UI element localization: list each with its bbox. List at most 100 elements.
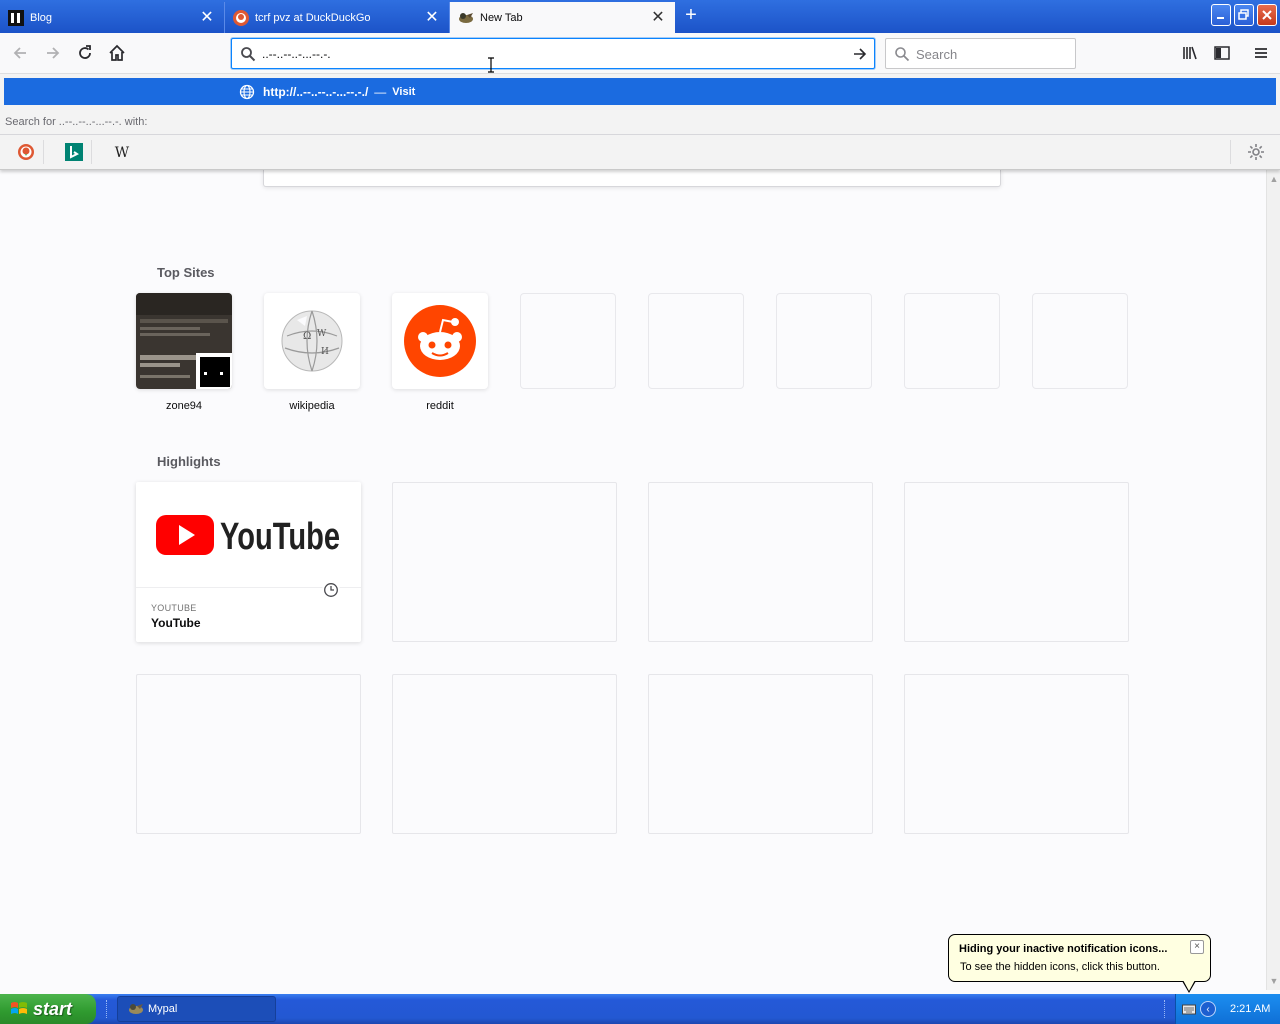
search-icon xyxy=(895,47,910,62)
tab-duckduckgo[interactable]: tcrf pvz at DuckDuckGo ✕ xyxy=(225,2,450,33)
top-site-reddit[interactable]: reddit xyxy=(392,293,488,412)
highlights-heading: Highlights xyxy=(157,454,221,469)
keyboard-icon[interactable] xyxy=(1182,1003,1196,1015)
restore-icon xyxy=(1238,9,1249,20)
back-button[interactable] xyxy=(7,41,33,65)
sidebar-toggle-button[interactable] xyxy=(1210,41,1234,65)
url-suggestion-popup: http://..--..--..-...--.-./ — Visit Sear… xyxy=(0,74,1280,170)
top-site-tile[interactable]: Ω W И xyxy=(264,293,360,389)
tray-clock[interactable]: 2:21 AM xyxy=(1230,1003,1270,1015)
url-bar[interactable] xyxy=(231,38,875,69)
top-site-tile[interactable] xyxy=(136,293,232,389)
highlight-empty-card xyxy=(904,674,1129,834)
search-input[interactable] xyxy=(916,44,1066,64)
start-label: start xyxy=(33,998,73,1019)
url-input[interactable] xyxy=(262,44,842,64)
new-tab-plus-icon[interactable]: + xyxy=(680,5,702,27)
go-button[interactable] xyxy=(850,44,870,64)
restore-window-button[interactable] xyxy=(1234,4,1254,26)
scroll-up-icon[interactable]: ▲ xyxy=(1269,174,1279,184)
windows-flag-icon xyxy=(11,1002,27,1014)
back-arrow-icon xyxy=(13,47,26,59)
top-site-label: wikipedia xyxy=(289,400,335,412)
tab-label: tcrf pvz at DuckDuckGo xyxy=(255,11,371,24)
library-button[interactable] xyxy=(1178,41,1202,65)
highlight-empty-card xyxy=(904,482,1129,642)
forward-arrow-icon xyxy=(47,47,60,59)
mypal-app-icon xyxy=(129,1004,143,1014)
top-site-empty xyxy=(648,293,744,389)
highlight-host: YOUTUBE xyxy=(151,603,197,613)
balloon-close-button[interactable]: × xyxy=(1190,940,1204,954)
svg-text:И: И xyxy=(321,347,329,357)
top-site-zone94[interactable]: zone94 xyxy=(136,293,232,412)
menu-button[interactable] xyxy=(1249,41,1273,65)
tab-new-tab[interactable]: New Tab ✕ xyxy=(450,2,675,33)
suggestion-separator: — xyxy=(374,84,387,99)
search-settings-button[interactable] xyxy=(1230,140,1280,164)
close-tab-icon[interactable]: ✕ xyxy=(649,9,667,27)
top-site-label: reddit xyxy=(426,400,454,412)
engine-duckduckgo-button[interactable] xyxy=(8,140,44,164)
scroll-down-icon[interactable]: ▼ xyxy=(1269,976,1279,986)
zone94-thumbnail xyxy=(136,293,232,389)
youtube-logo-icon: YouTube xyxy=(155,514,340,557)
page-search-box[interactable] xyxy=(263,170,1001,187)
highlight-empty-card xyxy=(392,674,617,834)
top-sites-heading: Top Sites xyxy=(157,265,215,280)
duckduckgo-favicon xyxy=(233,9,249,26)
highlight-empty-card xyxy=(136,674,361,834)
tab-label: Blog xyxy=(30,11,53,24)
hamburger-menu-icon xyxy=(1255,48,1267,58)
text-cursor-icon xyxy=(488,57,494,73)
show-hidden-icons-button[interactable]: ‹ xyxy=(1200,1001,1216,1017)
taskbar-app-label: Mypal xyxy=(148,1003,178,1015)
highlight-card-youtube[interactable]: YouTube YOUTUBE YouTube xyxy=(136,482,361,642)
wikipedia-globe-icon: Ω W И xyxy=(281,310,343,372)
divider xyxy=(0,134,1280,135)
mypal-favicon xyxy=(459,12,473,23)
top-site-empty xyxy=(904,293,1000,389)
highlight-empty-card xyxy=(648,674,873,834)
highlight-empty-card xyxy=(392,482,617,642)
notification-balloon[interactable]: Hiding your inactive notification icons.… xyxy=(948,934,1211,982)
tab-blog[interactable]: Blog ✕ xyxy=(0,2,225,33)
youtube-preview-image: YouTube xyxy=(136,482,361,588)
forward-button[interactable] xyxy=(40,41,66,65)
minimize-window-button[interactable] xyxy=(1211,4,1231,26)
navigation-toolbar xyxy=(0,33,1280,74)
highlight-empty-card xyxy=(648,482,873,642)
system-tray: ‹ 2:21 AM xyxy=(1175,994,1280,1024)
highlight-title: YouTube xyxy=(151,616,201,630)
search-for-label: Search for ..--..--..-...--.-. with: xyxy=(5,116,148,128)
top-site-wikipedia[interactable]: Ω W И wikipedia xyxy=(264,293,360,412)
start-button[interactable]: start xyxy=(0,994,96,1024)
tray-grip xyxy=(1164,1000,1167,1018)
top-site-empty xyxy=(1032,293,1128,389)
bing-icon xyxy=(64,143,83,161)
tab-strip: Blog ✕ tcrf pvz at DuckDuckGo ✕ New Tab … xyxy=(0,0,1280,33)
engine-wikipedia-button[interactable]: W xyxy=(104,140,140,164)
search-bar[interactable] xyxy=(885,38,1076,69)
top-site-tile[interactable] xyxy=(392,293,488,389)
search-icon xyxy=(241,47,256,62)
close-tab-icon[interactable]: ✕ xyxy=(423,9,441,27)
balloon-pointer-fill xyxy=(1183,980,1195,991)
taskbar-app-mypal[interactable]: Mypal xyxy=(117,996,276,1022)
balloon-title: Hiding your inactive notification icons.… xyxy=(959,943,1168,955)
top-site-empty xyxy=(520,293,616,389)
youtube-logo-text: YouTube xyxy=(220,516,340,557)
home-button[interactable] xyxy=(104,41,130,65)
sidebar-icon xyxy=(1214,46,1230,60)
close-tab-icon[interactable]: ✕ xyxy=(198,9,216,27)
page-scrollbar[interactable]: ▲ ▼ xyxy=(1266,170,1280,990)
suggestion-url: http://..--..--..-...--.-./ xyxy=(263,84,369,99)
duckduckgo-icon xyxy=(17,144,34,160)
clock-icon xyxy=(322,581,340,599)
reload-icon xyxy=(79,45,91,59)
engine-bing-button[interactable] xyxy=(56,140,92,164)
reload-button[interactable] xyxy=(72,41,98,65)
close-icon xyxy=(1262,10,1272,20)
suggestion-visit-row[interactable]: http://..--..--..-...--.-./ — Visit xyxy=(4,78,1276,105)
close-window-button[interactable] xyxy=(1257,4,1277,26)
